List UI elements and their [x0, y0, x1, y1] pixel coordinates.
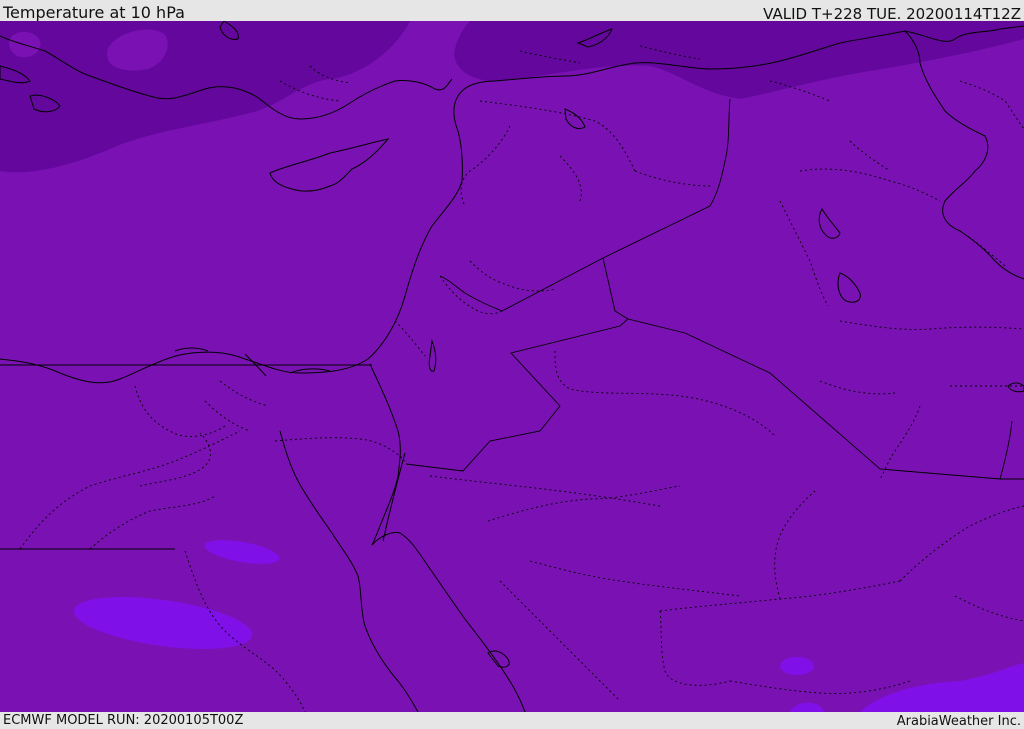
- model-run-label: ECMWF MODEL RUN: 20200105T00Z: [3, 713, 244, 728]
- temperature-map: [0, 21, 1024, 712]
- map-title: Temperature at 10 hPa: [3, 3, 185, 22]
- header-bar: Temperature at 10 hPa VALID T+228 TUE. 2…: [0, 0, 1024, 23]
- footer-bar: ECMWF MODEL RUN: 20200105T00Z ArabiaWeat…: [0, 712, 1024, 729]
- warm-patch-3: [780, 657, 814, 675]
- credit-label: ArabiaWeather Inc.: [896, 714, 1021, 729]
